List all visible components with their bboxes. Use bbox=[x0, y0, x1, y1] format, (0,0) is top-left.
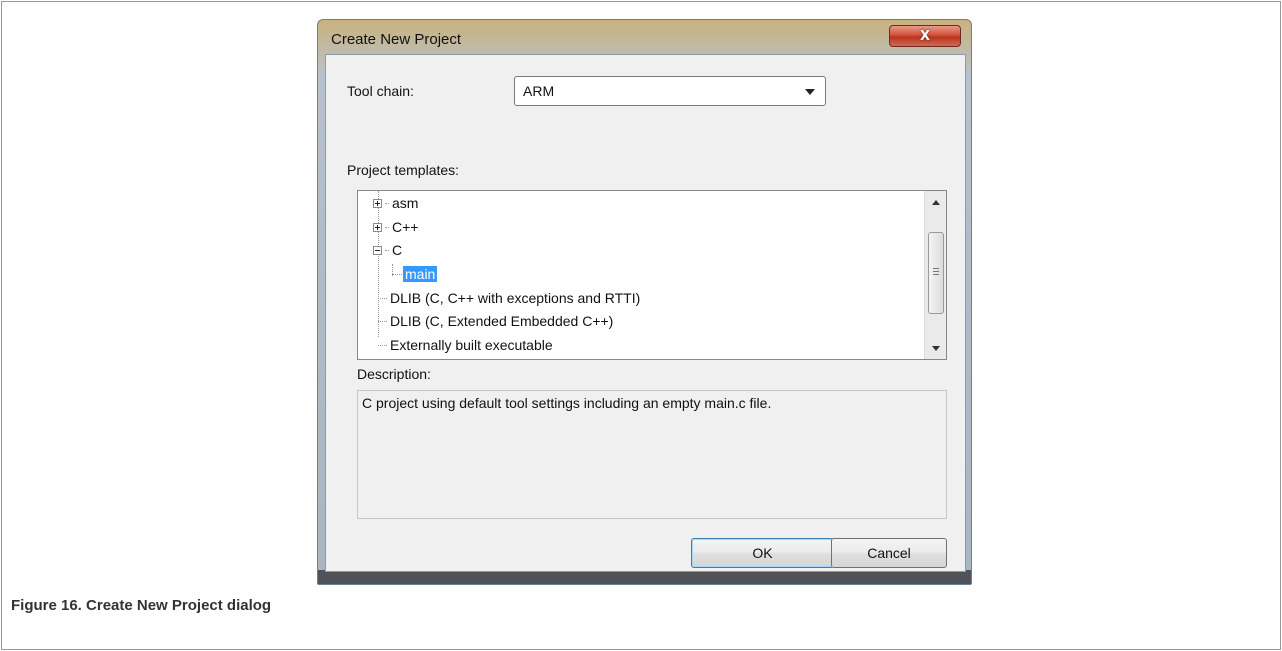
figure-frame: Create New Project X Tool chain: ARM Pro… bbox=[1, 1, 1281, 650]
dialog-client-area: Tool chain: ARM Project templates: asm C… bbox=[325, 54, 966, 572]
ok-button-label: OK bbox=[752, 545, 773, 561]
toolchain-value: ARM bbox=[523, 83, 555, 99]
tree-expand-icon[interactable] bbox=[373, 198, 382, 208]
tree-item-c[interactable]: C bbox=[373, 239, 402, 261]
toolchain-select[interactable]: ARM bbox=[514, 76, 826, 106]
dialog-title: Create New Project bbox=[331, 31, 462, 48]
tree-item-dlib-eec[interactable]: DLIB (C, Extended Embedded C++) bbox=[378, 310, 613, 332]
scroll-down-icon[interactable] bbox=[925, 337, 946, 359]
tree-item-dlib-rtti[interactable]: DLIB (C, C++ with exceptions and RTTI) bbox=[378, 287, 640, 309]
project-templates-tree[interactable]: asm C++ C main DLIB (C, C++ with excepti… bbox=[357, 190, 947, 360]
scroll-up-icon[interactable] bbox=[925, 191, 946, 213]
close-icon: X bbox=[919, 28, 931, 44]
tree-item-main[interactable]: main bbox=[392, 263, 438, 285]
tree-item-label: DLIB (C, Extended Embedded C++) bbox=[390, 313, 614, 329]
dialog-window: Create New Project X Tool chain: ARM Pro… bbox=[317, 19, 972, 585]
tree-item-label: Externally built executable bbox=[390, 337, 553, 353]
tree-item-cpp[interactable]: C++ bbox=[373, 216, 418, 238]
templates-label: Project templates: bbox=[347, 162, 460, 178]
figure-caption: Figure 16. Create New Project dialog bbox=[11, 597, 272, 614]
tree-item-label: C++ bbox=[392, 219, 419, 235]
description-label: Description: bbox=[357, 366, 431, 382]
tree-collapse-icon[interactable] bbox=[373, 245, 382, 255]
tree-item-label-selected: main bbox=[403, 266, 438, 282]
ok-button[interactable]: OK bbox=[691, 538, 834, 568]
cancel-button-label: Cancel bbox=[867, 545, 911, 561]
title-bar[interactable]: Create New Project X bbox=[318, 20, 971, 54]
tree-item-label: DLIB (C, C++ with exceptions and RTTI) bbox=[390, 290, 641, 306]
tree-item-external[interactable]: Externally built executable bbox=[378, 334, 553, 356]
tree-item-asm[interactable]: asm bbox=[373, 192, 418, 214]
tree-rows: asm C++ C main DLIB (C, C++ with excepti… bbox=[358, 191, 924, 359]
cancel-button[interactable]: Cancel bbox=[831, 538, 947, 568]
description-text: C project using default tool settings in… bbox=[362, 395, 772, 411]
description-box: C project using default tool settings in… bbox=[357, 390, 947, 519]
tree-item-label: C bbox=[392, 242, 403, 258]
background-window-strip bbox=[318, 570, 971, 584]
toolchain-label: Tool chain: bbox=[347, 83, 414, 99]
tree-item-label: asm bbox=[392, 195, 419, 211]
scrollbar-thumb[interactable] bbox=[928, 232, 944, 314]
tree-scrollbar[interactable] bbox=[924, 191, 946, 359]
dropdown-arrow-icon bbox=[803, 85, 817, 99]
close-button[interactable]: X bbox=[889, 25, 961, 47]
tree-expand-icon[interactable] bbox=[373, 222, 382, 232]
